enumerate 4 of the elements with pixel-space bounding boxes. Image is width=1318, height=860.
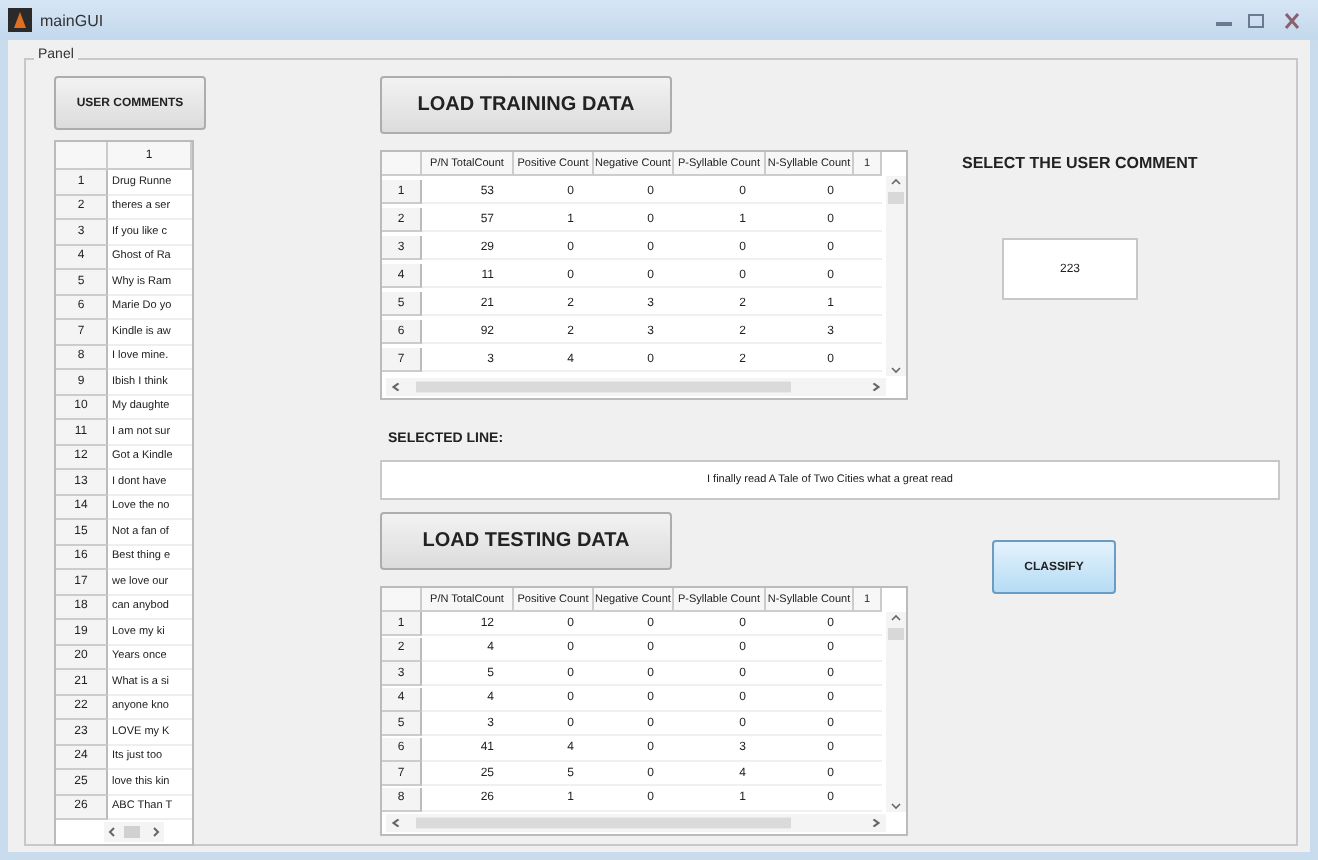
load-testing-data-button[interactable]: LOAD TESTING DATA — [380, 512, 672, 570]
select-comment-label: SELECT THE USER COMMENT — [962, 154, 1198, 172]
window-title: mainGUI — [40, 11, 104, 29]
load-training-data-button[interactable]: LOAD TRAINING DATA — [380, 76, 672, 134]
